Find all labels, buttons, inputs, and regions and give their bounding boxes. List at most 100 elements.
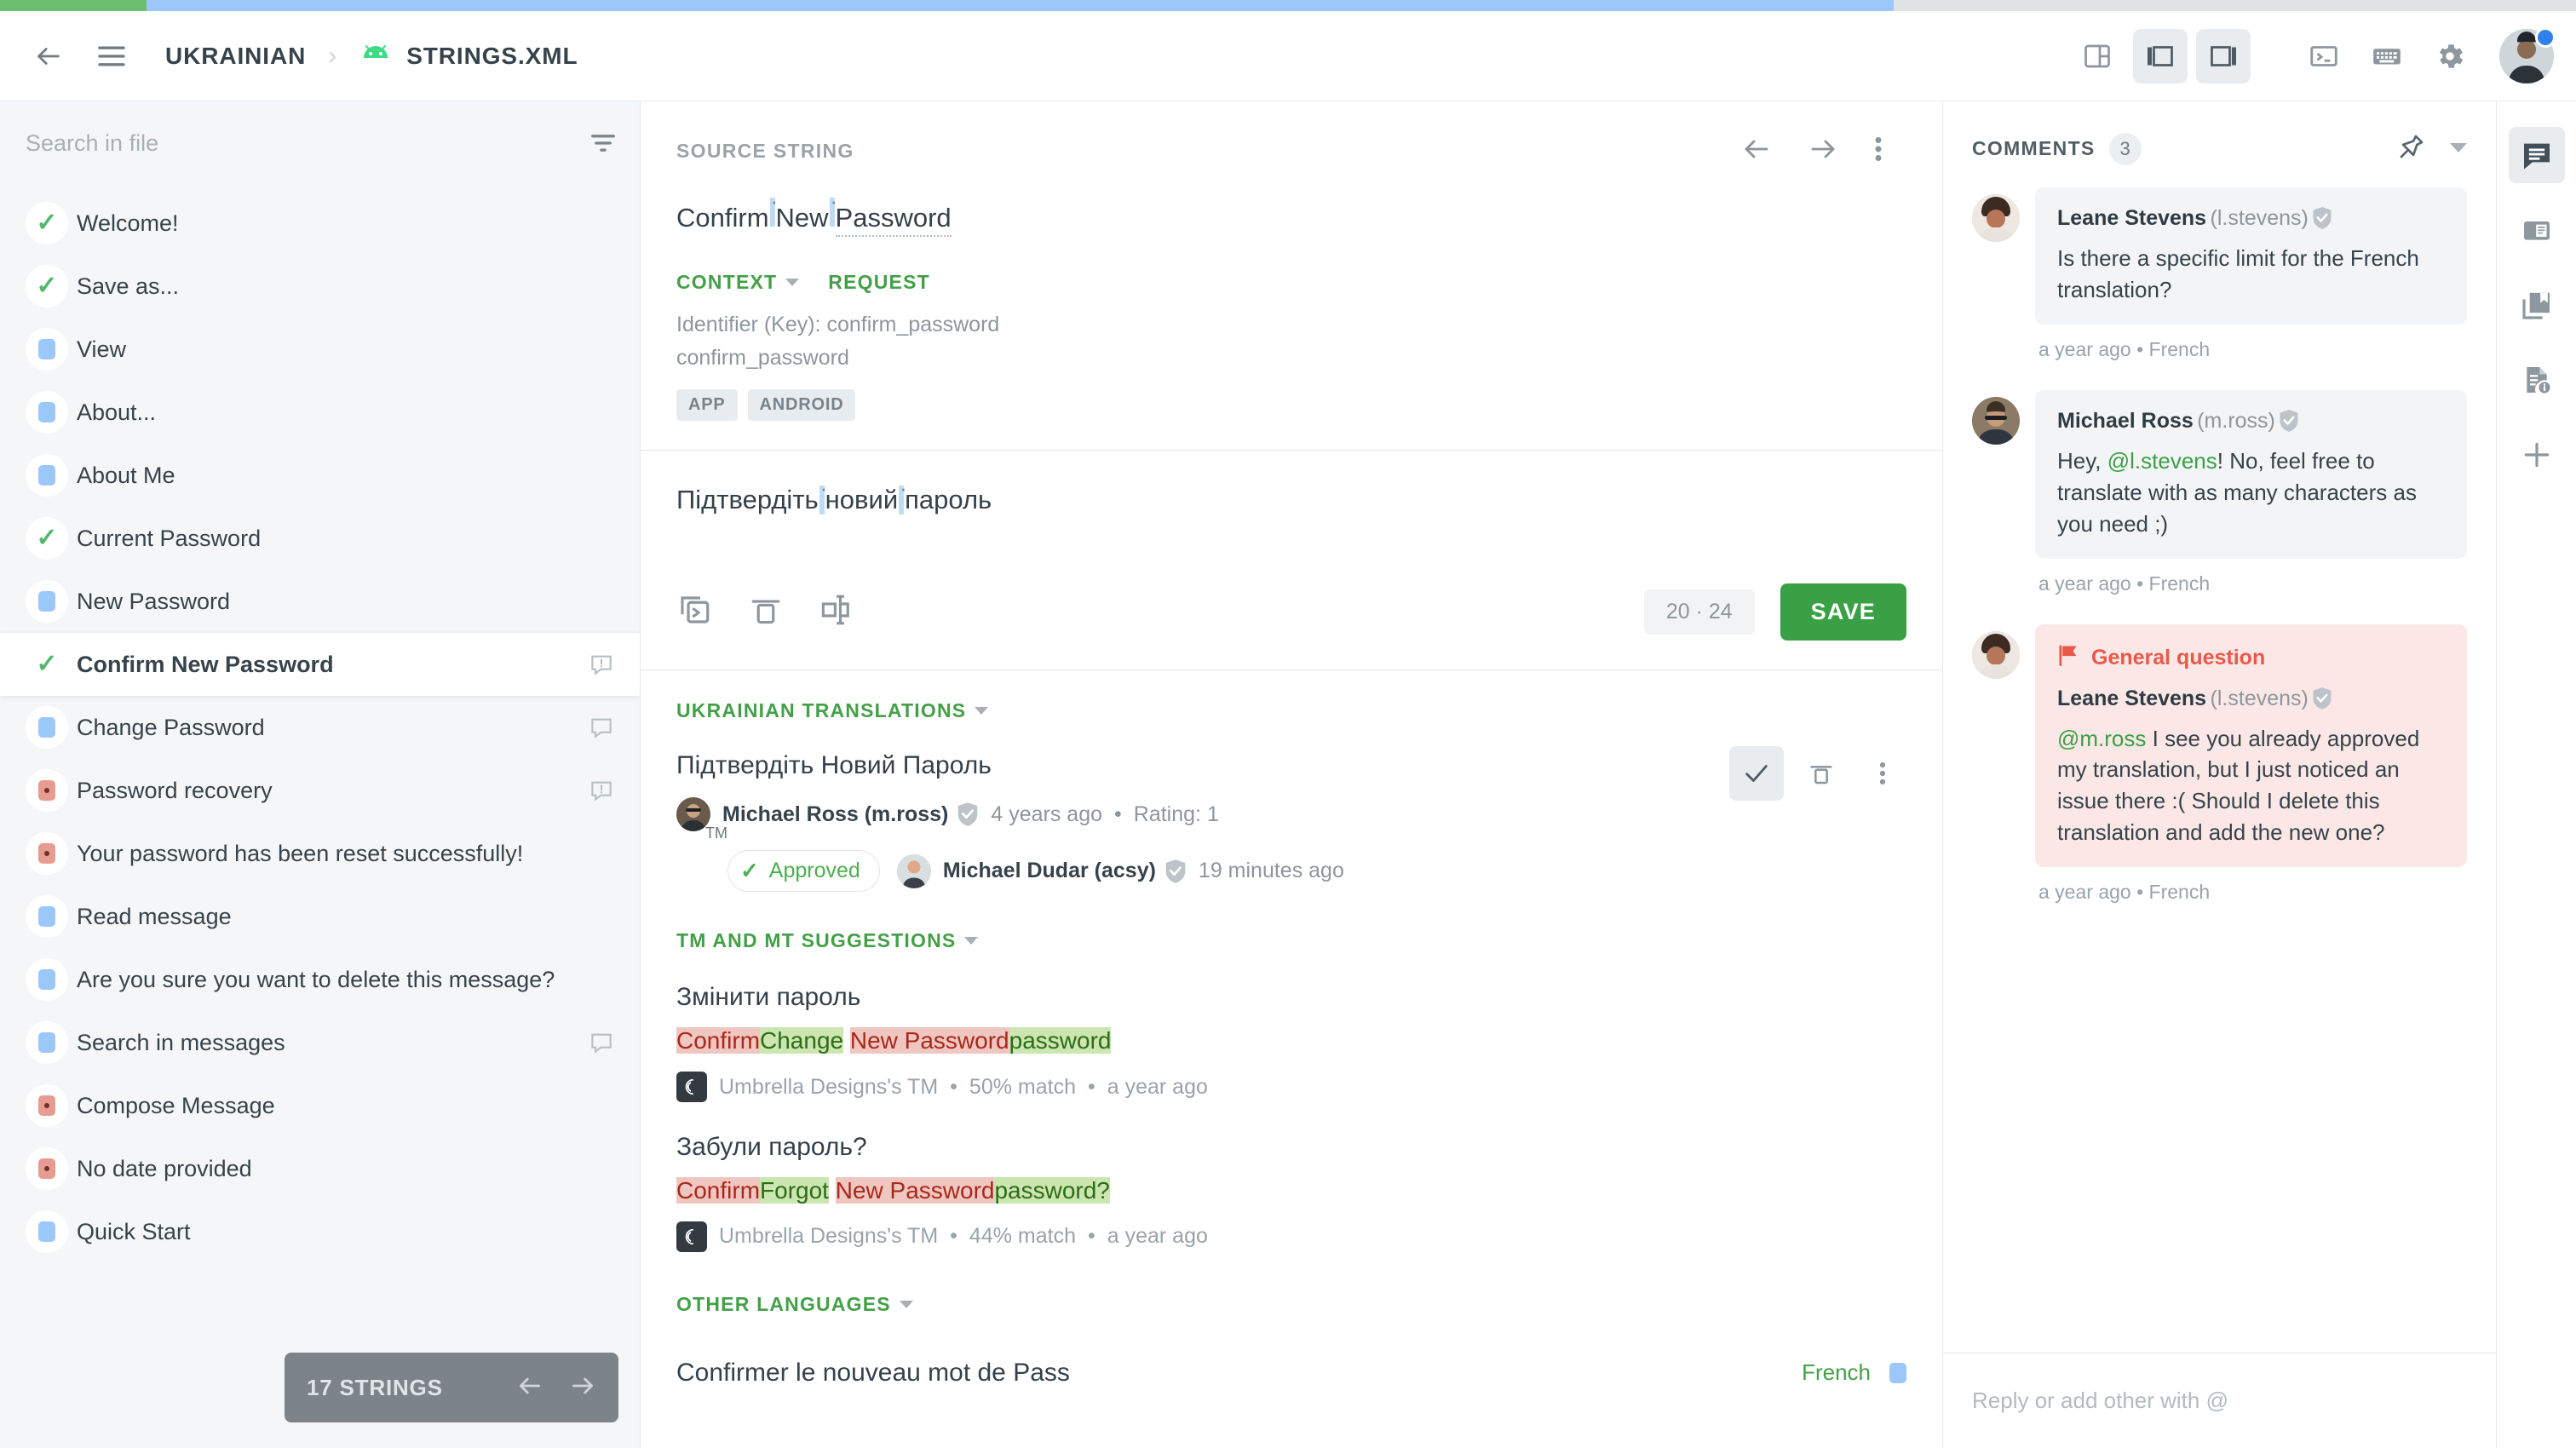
filter-icon[interactable] — [589, 130, 618, 156]
string-list-item[interactable]: View — [0, 318, 640, 381]
comment-reply-box[interactable] — [1943, 1353, 2496, 1448]
delete-translation-button[interactable] — [1797, 746, 1845, 801]
approver-name: Michael Dudar (acsy) — [943, 859, 1156, 883]
search-in-file-row — [0, 101, 640, 185]
tab-request[interactable]: REQUEST — [828, 271, 930, 294]
identifier-line: Identifier (Key): confirm_password — [641, 294, 1942, 337]
comment-mention[interactable]: @m.ross — [2057, 726, 2146, 751]
user-avatar[interactable] — [2499, 29, 2554, 83]
status-untranslated-icon — [38, 780, 55, 801]
source-word: New — [776, 201, 829, 237]
comment-body: General questionLeane Stevens (l.stevens… — [2035, 624, 2467, 905]
breadcrumb-language[interactable]: UKRAINIAN — [165, 43, 306, 70]
flag-icon — [2057, 643, 2079, 673]
save-button[interactable]: SAVE — [1780, 583, 1906, 641]
comment-issue-icon[interactable] — [589, 652, 614, 677]
translation-input-text[interactable]: Підтвердітьновийпароль — [676, 485, 1906, 515]
space-marker — [770, 198, 775, 227]
string-list-item[interactable]: About... — [0, 381, 640, 444]
source-tabs: CONTEXT REQUEST — [641, 237, 1942, 294]
other-languages-header-link[interactable]: OTHER LANGUAGES — [676, 1293, 913, 1316]
pin-icon[interactable] — [2397, 132, 2426, 165]
layout-right-focus-icon[interactable] — [2196, 29, 2251, 83]
screenshots-icon[interactable] — [2509, 202, 2565, 258]
prev-string-icon[interactable] — [1741, 134, 1772, 169]
other-languages-header[interactable]: OTHER LANGUAGES — [676, 1281, 1906, 1316]
suggestions-section: TM AND MT SUGGESTIONS Змінити парольConf… — [641, 892, 1942, 1252]
translations-header-link[interactable]: UKRAINIAN TRANSLATIONS — [676, 699, 988, 722]
tab-context[interactable]: CONTEXT — [676, 271, 799, 294]
source-string-actions — [1741, 134, 1883, 169]
string-list-item[interactable]: ✓Save as... — [0, 255, 640, 318]
string-list-item[interactable]: Are you sure you want to delete this mes… — [0, 948, 640, 1011]
translation-input-area[interactable]: Підтвердітьновийпароль — [641, 451, 1942, 553]
string-list-item[interactable]: Change Password — [0, 696, 640, 759]
string-list-item[interactable]: Search in messages — [0, 1011, 640, 1074]
string-list-item[interactable]: No date provided — [0, 1137, 640, 1200]
string-status — [26, 895, 68, 938]
translation-word: новий — [825, 485, 898, 514]
suggestion-item[interactable]: Забули пароль?ConfirmForgot New Password… — [676, 1102, 1906, 1252]
comment-text: Is there a specific limit for the French… — [2057, 231, 2445, 306]
suggestions-header[interactable]: TM AND MT SUGGESTIONS — [676, 892, 1906, 952]
translation-word: Підтвердіть — [676, 485, 819, 514]
keyboard-icon[interactable] — [2360, 29, 2414, 83]
string-list-item[interactable]: New Password — [0, 570, 640, 633]
progress-segment-approved — [0, 0, 147, 11]
glossary-icon[interactable] — [2509, 277, 2565, 333]
file-info-icon[interactable] — [2509, 352, 2565, 408]
clear-icon[interactable] — [748, 592, 784, 632]
comments-header: COMMENTS 3 — [1943, 101, 2496, 165]
string-list-item[interactable]: Compose Message — [0, 1074, 640, 1137]
comments-icon[interactable] — [2509, 127, 2565, 183]
strings-list[interactable]: ✓Welcome!✓Save as...ViewAbout...About Me… — [0, 185, 640, 1448]
suggestion-diff: ConfirmForgot New Passwordpassword? — [676, 1175, 1110, 1206]
translation-entry-byline: Michael Ross (m.ross) 4 years ago • Rati… — [676, 780, 1906, 831]
accept-translation-button[interactable] — [1729, 746, 1784, 801]
breadcrumb-file[interactable]: STRINGS.XML — [406, 43, 578, 70]
translation-more-icon[interactable] — [1859, 746, 1906, 801]
translation-entry-text[interactable]: Підтвердіть Новий Пароль — [676, 751, 1906, 780]
next-page-icon[interactable] — [569, 1372, 596, 1404]
split-string-icon[interactable] — [819, 592, 855, 632]
string-list-item-label: Search in messages — [77, 1030, 285, 1056]
string-list-item[interactable]: About Me — [0, 444, 640, 507]
terminal-icon[interactable] — [2297, 29, 2351, 83]
suggestions-header-link[interactable]: TM AND MT SUGGESTIONS — [676, 929, 978, 952]
translations-header[interactable]: UKRAINIAN TRANSLATIONS — [676, 670, 1906, 722]
add-icon[interactable] — [2509, 427, 2565, 483]
string-list-item[interactable]: Quick Start — [0, 1200, 640, 1263]
back-icon[interactable] — [22, 30, 75, 83]
source-string-text: ConfirmNewPassword — [641, 169, 1942, 237]
next-string-icon[interactable] — [1808, 134, 1838, 169]
string-list-item[interactable]: Read message — [0, 885, 640, 948]
tm-source-icon — [676, 1221, 707, 1252]
source-more-icon[interactable] — [1874, 134, 1883, 169]
prev-page-icon[interactable] — [516, 1372, 543, 1404]
string-list-item[interactable]: Your password has been reset successfull… — [0, 822, 640, 885]
translation-editor-app: UKRAINIAN › STRINGS.XML — [0, 0, 2576, 1448]
suggestion-item[interactable]: Змінити парольConfirmChange New Password… — [676, 952, 1906, 1102]
chevron-down-icon — [900, 1301, 913, 1308]
layout-left-focus-icon[interactable] — [2133, 29, 2188, 83]
copy-source-icon[interactable] — [676, 592, 712, 632]
menu-icon[interactable] — [85, 30, 138, 83]
comment-reply-input[interactable] — [1972, 1388, 2467, 1414]
string-list-item[interactable]: ✓Current Password — [0, 507, 640, 570]
comment-issue-icon[interactable] — [589, 778, 614, 803]
comment-text-part: Is there a specific limit for the French… — [2057, 245, 2419, 302]
string-list-item[interactable]: Password recovery — [0, 759, 640, 822]
byline-sep: • — [1114, 802, 1122, 827]
layout-three-column-icon[interactable] — [2070, 29, 2125, 83]
string-list-item[interactable]: ✓Welcome! — [0, 192, 640, 255]
other-language-row[interactable]: Confirmer le nouveau mot de Pass French — [676, 1316, 1906, 1388]
translation-rating: Rating: 1 — [1134, 802, 1219, 827]
search-input[interactable] — [26, 130, 589, 157]
string-list-item[interactable]: ✓Confirm New Password — [0, 633, 640, 696]
comment-icon[interactable] — [589, 1030, 614, 1055]
approver-verified-shield-icon — [1164, 859, 1187, 884]
gear-icon[interactable] — [2423, 29, 2477, 83]
comments-filter-caret-icon[interactable] — [2450, 141, 2467, 157]
comment-mention[interactable]: @l.stevens — [2107, 448, 2217, 474]
comment-icon[interactable] — [589, 715, 614, 740]
